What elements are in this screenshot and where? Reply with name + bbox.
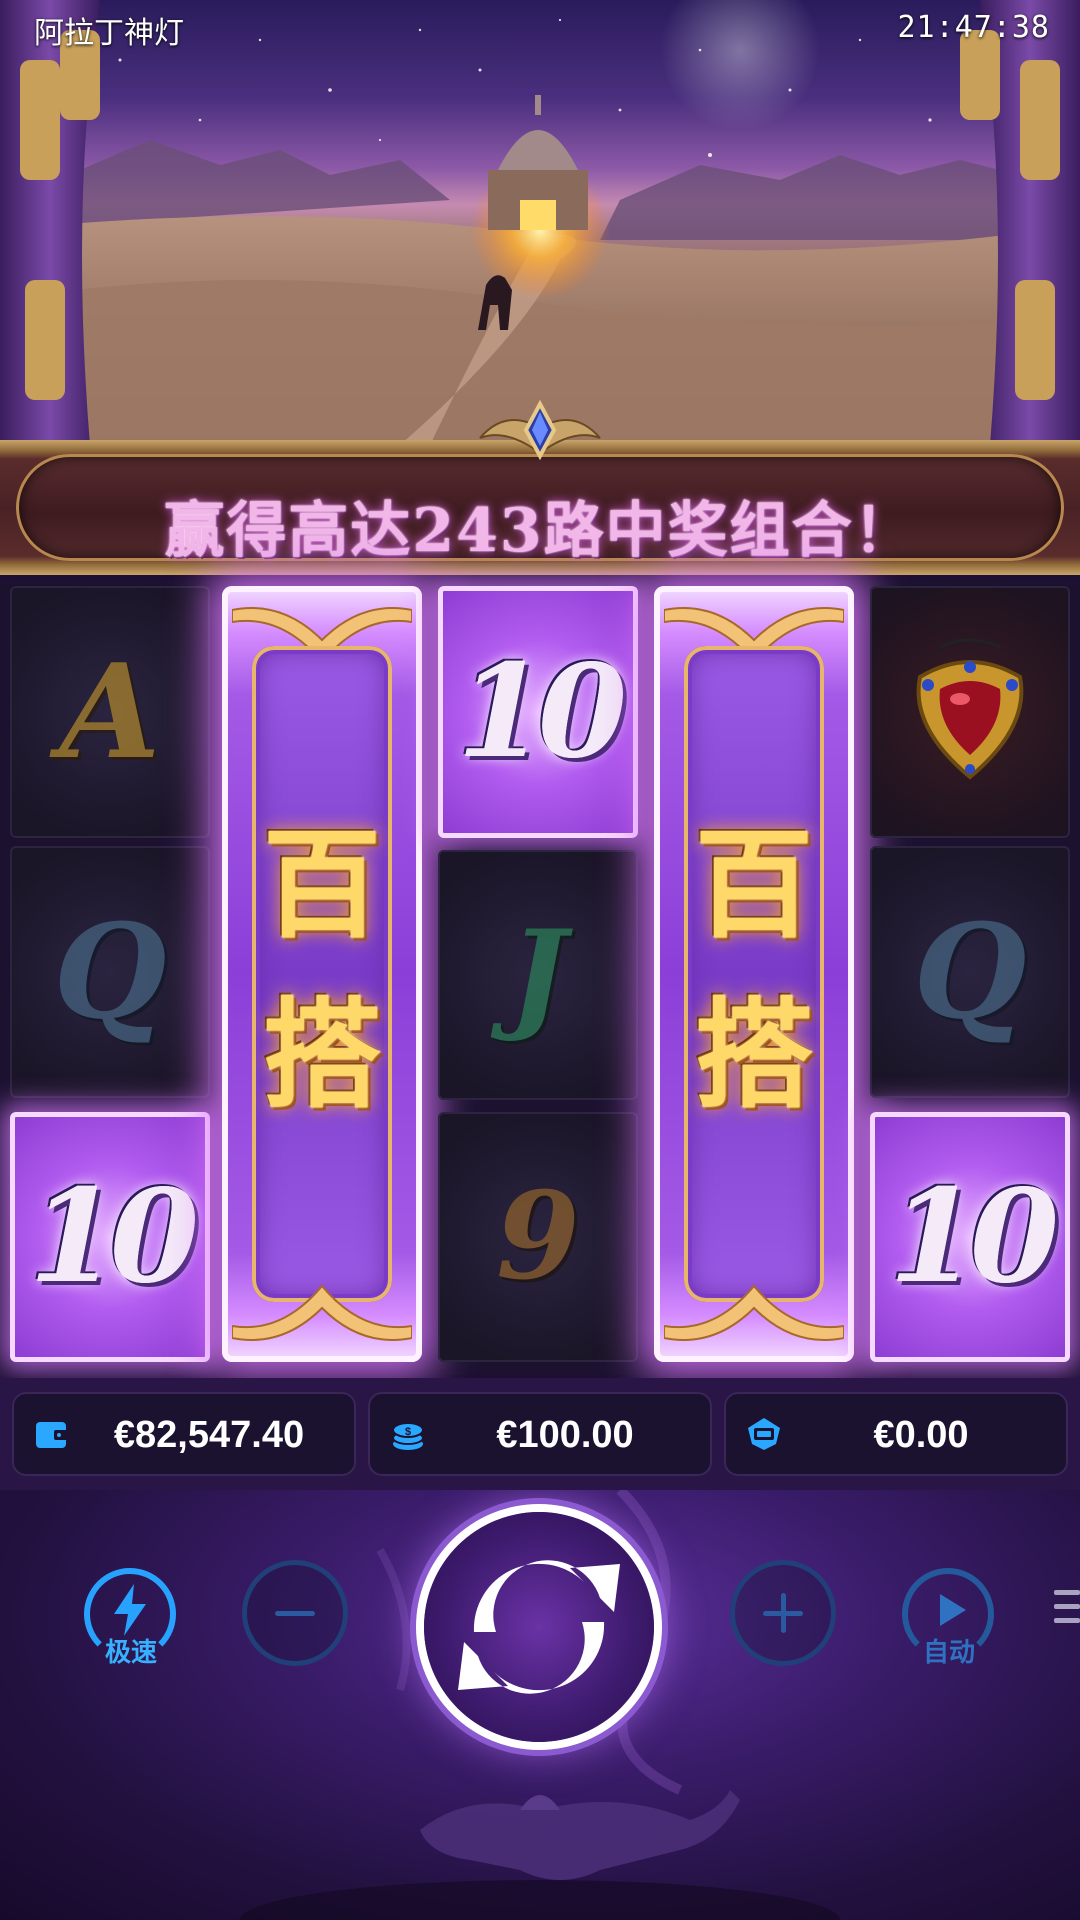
lightning-icon bbox=[114, 1584, 146, 1636]
bet-display[interactable]: $ €100.00 bbox=[368, 1392, 712, 1476]
reel5-symbol-q: Q bbox=[870, 846, 1070, 1098]
symbol-j: J bbox=[509, 904, 567, 1045]
reel-grid: A Q 10 百 搭 10 J 9 百 搭 Q 10 bbox=[0, 580, 1080, 1375]
reel1-symbol-10: 10 bbox=[10, 1112, 210, 1362]
spin-button[interactable] bbox=[424, 1512, 654, 1742]
symbol-10: 10 bbox=[456, 637, 627, 787]
wild-label-line2: 搭 bbox=[262, 985, 381, 1124]
wild-label-line2: 搭 bbox=[694, 985, 813, 1124]
coins-icon: $ bbox=[392, 1422, 424, 1450]
wild-label-line1: 百 bbox=[262, 815, 381, 954]
wild-label-line1: 百 bbox=[694, 815, 813, 954]
wallet-icon bbox=[36, 1422, 68, 1448]
win-value: €0.00 bbox=[873, 1414, 969, 1456]
balance-value: €82,547.40 bbox=[113, 1414, 305, 1456]
wild-panel bbox=[252, 646, 392, 1302]
symbol-q: Q bbox=[913, 895, 1027, 1048]
win-prize-icon bbox=[748, 1418, 780, 1450]
reel1-symbol-q: Q bbox=[10, 846, 210, 1098]
reel4-wild: 百 搭 bbox=[654, 586, 854, 1362]
increase-bet-button[interactable] bbox=[730, 1560, 836, 1666]
info-bar: €82,547.40 $ €100.00 €0.00 bbox=[0, 1378, 1080, 1490]
jewel-amulet-icon bbox=[916, 638, 1024, 780]
clock: 21:47:38 bbox=[897, 10, 1050, 45]
turbo-label: 极速 bbox=[104, 1638, 157, 1668]
autoplay-label: 自动 bbox=[922, 1638, 975, 1668]
symbol-9: 9 bbox=[496, 1166, 580, 1307]
spin-arrows-icon bbox=[458, 1560, 620, 1694]
app-title: 阿拉丁神灯 bbox=[34, 16, 184, 51]
win-display: €0.00 bbox=[724, 1392, 1068, 1476]
desert-illustration bbox=[0, 0, 1080, 445]
control-panel: 极速 自动 bbox=[0, 1490, 1080, 1920]
reel3-symbol-10: 10 bbox=[438, 586, 638, 838]
decrease-bet-button[interactable] bbox=[242, 1560, 348, 1666]
reel3-symbol-9: 9 bbox=[438, 1112, 638, 1362]
reel2-wild: 百 搭 bbox=[222, 586, 422, 1362]
symbol-a: A bbox=[59, 635, 161, 788]
symbol-10: 10 bbox=[28, 1162, 199, 1312]
symbol-10: 10 bbox=[888, 1162, 1059, 1312]
wild-cap-ornament bbox=[664, 1284, 844, 1341]
desert-scene: 阿拉丁神灯 21:47:38 bbox=[0, 0, 1080, 445]
reel5-symbol-lamp-jewel bbox=[870, 586, 1070, 838]
wild-panel bbox=[684, 646, 824, 1302]
banner-plaque: 赢得高达243路中奖组合！ bbox=[16, 454, 1064, 566]
menu-icon[interactable] bbox=[1054, 1590, 1080, 1634]
wild-cap-ornament bbox=[232, 1284, 412, 1341]
play-icon bbox=[940, 1594, 966, 1626]
svg-text:$: $ bbox=[405, 1426, 411, 1438]
bet-value: €100.00 bbox=[496, 1414, 634, 1456]
balance-display: €82,547.40 bbox=[12, 1392, 356, 1476]
reel3-symbol-j: J bbox=[438, 850, 638, 1100]
reel1-symbol-a: A bbox=[10, 586, 210, 838]
gem-ornament bbox=[479, 399, 601, 461]
symbol-q: Q bbox=[53, 895, 167, 1048]
banner-text: 赢得高达243路中奖组合！ bbox=[164, 496, 916, 566]
reel5-symbol-10: 10 bbox=[870, 1112, 1070, 1362]
